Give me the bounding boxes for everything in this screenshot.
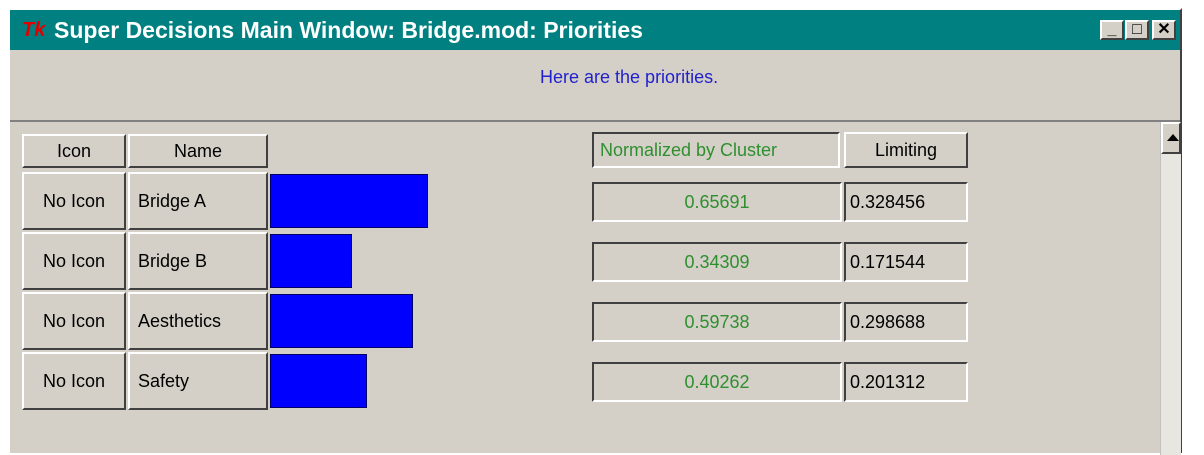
priority-bar [270, 234, 352, 288]
title-bar[interactable]: Tk Super Decisions Main Window: Bridge.m… [10, 10, 1180, 50]
vertical-scrollbar[interactable] [1160, 122, 1181, 455]
main-window: Tk Super Decisions Main Window: Bridge.m… [8, 8, 1182, 455]
maximize-button[interactable]: □ [1125, 20, 1149, 40]
normalized-value: 0.40262 [592, 362, 842, 402]
column-header-name[interactable]: Name [128, 134, 268, 168]
priorities-message: Here are the priorities. [540, 67, 719, 87]
column-header-normalized: Normalized by Cluster [592, 132, 840, 168]
normalized-value: 0.59738 [592, 302, 842, 342]
row-name-button[interactable]: Safety [128, 352, 268, 410]
message-panel: Here are the priorities. [10, 50, 1180, 122]
row-name-button[interactable]: Bridge A [128, 172, 268, 230]
normalized-value: 0.34309 [592, 242, 842, 282]
normalized-value: 0.65691 [592, 182, 842, 222]
row-icon-button[interactable]: No Icon [22, 232, 126, 290]
row-icon-button[interactable]: No Icon [22, 352, 126, 410]
limiting-value: 0.171544 [844, 242, 968, 282]
column-header-icon[interactable]: Icon [22, 134, 126, 168]
tk-app-icon: Tk [22, 19, 46, 41]
limiting-value: 0.328456 [844, 182, 968, 222]
priority-bar [270, 174, 428, 228]
row-icon-button[interactable]: No Icon [22, 172, 126, 230]
limiting-value: 0.298688 [844, 302, 968, 342]
limiting-value: 0.201312 [844, 362, 968, 402]
close-button[interactable]: ✕ [1152, 20, 1176, 40]
scroll-up-arrow-icon[interactable] [1161, 122, 1181, 154]
row-name-button[interactable]: Aesthetics [128, 292, 268, 350]
priorities-table: Icon Name Normalized by Cluster Limiting… [10, 122, 1160, 455]
row-icon-button[interactable]: No Icon [22, 292, 126, 350]
priority-bar [270, 294, 413, 348]
minimize-button[interactable]: _ [1100, 20, 1124, 40]
column-header-limiting: Limiting [844, 132, 968, 168]
row-name-button[interactable]: Bridge B [128, 232, 268, 290]
window-title: Super Decisions Main Window: Bridge.mod:… [54, 17, 643, 43]
priority-bar [270, 354, 367, 408]
